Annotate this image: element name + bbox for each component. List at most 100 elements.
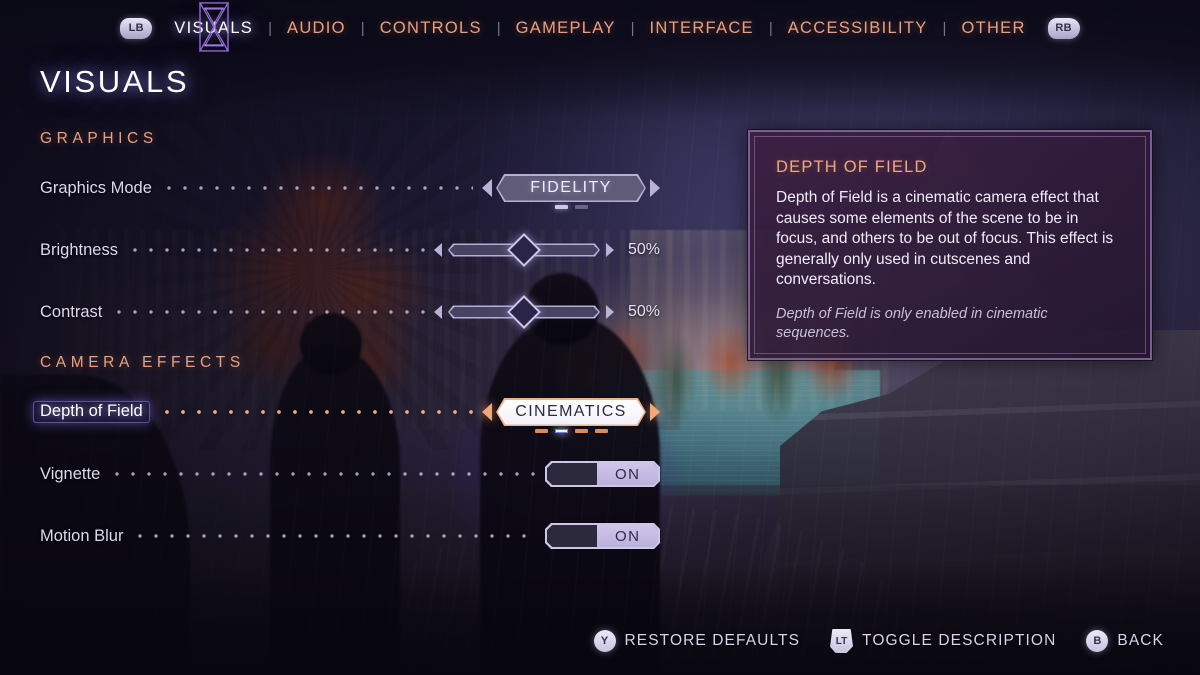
setting-dot-leader [109,472,536,476]
prompt-label: TOGGLE DESCRIPTION [862,632,1057,649]
section-header-camera-effects: CAMERA EFFECTS [40,354,245,371]
description-note: Depth of Field is only enabled in cinema… [776,305,1048,341]
page-dash [594,429,608,433]
chevron-left-icon[interactable] [482,403,492,421]
background-bottom-scrim [0,565,1200,675]
setting-dot-leader [111,310,425,314]
nav-tab-visuals[interactable]: VISUALS [172,2,255,52]
nav-tab-controls[interactable]: CONTROLS [378,19,484,38]
nav-separator: | [630,19,635,37]
setting-label-vignette: Vignette [40,464,101,483]
setting-control-contrast[interactable]: 50% [433,295,660,329]
section-header-graphics: GRAPHICS [40,130,158,147]
nav-separator: | [942,19,947,37]
chevron-left-icon[interactable] [433,305,442,319]
prompt-back[interactable]: B BACK [1086,630,1164,652]
page-title: VISUALS [40,64,190,99]
setting-dot-leader [158,410,473,414]
slider-value: 50% [627,241,660,258]
nav-tab-label: ACCESSIBILITY [787,18,928,37]
nav-separator: | [496,19,501,37]
nav-tab-label: AUDIO [287,18,346,37]
nav-tab-label: GAMEPLAY [515,18,616,37]
setting-dot-leader [132,534,536,538]
option-value-box[interactable]: CINEMATICS [496,398,646,426]
setting-row-contrast[interactable]: Contrast 50% [40,292,660,332]
slider-thumb[interactable] [506,233,541,267]
chevron-left-icon[interactable] [482,179,492,197]
option-value-text: CINEMATICS [515,403,627,420]
description-panel: DEPTH OF FIELD Depth of Field is a cinem… [748,130,1152,360]
setting-dot-leader [160,186,473,190]
setting-label-motion-blur: Motion Blur [40,526,124,545]
value-slider[interactable]: 50% [433,233,660,267]
page-dash [574,205,588,209]
slider-track[interactable] [448,295,600,329]
setting-control-brightness[interactable]: 50% [433,233,660,267]
nav-tab-label: OTHER [961,18,1026,37]
toggle-knob: ON [597,525,658,548]
left-bumper-icon[interactable]: LB [120,17,153,39]
setting-row-vignette[interactable]: Vignette ON [40,454,660,494]
slider-value: 50% [627,303,660,320]
setting-row-graphics-mode[interactable]: Graphics Mode FIDELITY [40,168,660,209]
toggle-track: ON [547,463,659,486]
nav-tab-label: CONTROLS [379,18,482,37]
chevron-right-icon[interactable] [650,179,660,197]
nav-tab-label: VISUALS [174,18,254,37]
nav-tab-other[interactable]: OTHER [959,19,1027,38]
description-body: Depth of Field is a cinematic camera eff… [776,189,1114,288]
page-dash [554,429,568,433]
nav-tab-interface[interactable]: INTERFACE [648,19,756,38]
setting-control-depth-of-field[interactable]: CINEMATICS [482,398,660,433]
prompt-toggle-description[interactable]: LT TOGGLE DESCRIPTION [830,629,1056,653]
trigger-lt-icon[interactable]: LT [830,629,854,653]
slider-thumb[interactable] [506,295,541,329]
prompt-label: RESTORE DEFAULTS [624,632,801,649]
page-dash [574,429,588,433]
chevron-right-icon[interactable] [605,243,614,257]
setting-label-contrast: Contrast [40,302,103,321]
settings-category-nav[interactable]: LB VISUALS | AUDIO | CONTROLS | GAMEPLAY | INTERF… [0,0,1200,56]
toggle-switch[interactable]: ON [545,523,660,549]
setting-control-motion-blur[interactable]: ON [545,523,660,549]
nav-tab-gameplay[interactable]: GAMEPLAY [514,19,618,38]
chevron-right-icon[interactable] [650,403,660,421]
nav-separator: | [360,19,365,37]
chevron-right-icon[interactable] [605,305,614,319]
setting-dot-leader [126,248,425,252]
setting-label-brightness: Brightness [40,240,118,259]
setting-row-depth-of-field[interactable]: Depth of Field CINEMATICS [33,392,660,433]
setting-row-motion-blur[interactable]: Motion Blur ON [40,516,660,556]
nav-tab-label: INTERFACE [649,18,754,37]
toggle-switch[interactable]: ON [545,461,660,487]
setting-label-depth-of-field: Depth of Field [33,401,150,423]
chevron-left-icon[interactable] [433,243,442,257]
option-value-text: FIDELITY [530,179,612,196]
button-prompt-bar: Y RESTORE DEFAULTS LT TOGGLE DESCRIPTION B BA… [593,629,1164,653]
option-selector[interactable]: CINEMATICS [482,398,660,433]
prompt-restore-defaults[interactable]: Y RESTORE DEFAULTS [593,630,801,652]
setting-row-brightness[interactable]: Brightness 50% [40,230,660,270]
option-page-indicator [482,205,660,209]
prompt-label: BACK [1117,632,1164,649]
page-dash [534,429,548,433]
setting-control-graphics-mode[interactable]: FIDELITY [482,174,660,209]
nav-tab-accessibility[interactable]: ACCESSIBILITY [786,19,930,38]
page-dash [554,205,568,209]
nav-separator: | [268,19,273,37]
toggle-track: ON [547,525,659,548]
slider-track[interactable] [448,233,600,267]
value-slider[interactable]: 50% [433,295,660,329]
option-page-indicator [482,429,660,433]
right-bumper-icon[interactable]: RB [1047,17,1080,39]
description-title: DEPTH OF FIELD [776,158,928,176]
button-y-icon[interactable]: Y [593,630,616,652]
setting-control-vignette[interactable]: ON [545,461,660,487]
game-settings-screen: LB VISUALS | AUDIO | CONTROLS | GAMEPLAY | INTERF… [0,0,1200,675]
option-value-box[interactable]: FIDELITY [496,174,646,202]
option-selector[interactable]: FIDELITY [482,174,660,209]
toggle-knob: ON [597,463,658,486]
nav-tab-audio[interactable]: AUDIO [285,19,348,38]
button-b-icon[interactable]: B [1086,630,1109,652]
